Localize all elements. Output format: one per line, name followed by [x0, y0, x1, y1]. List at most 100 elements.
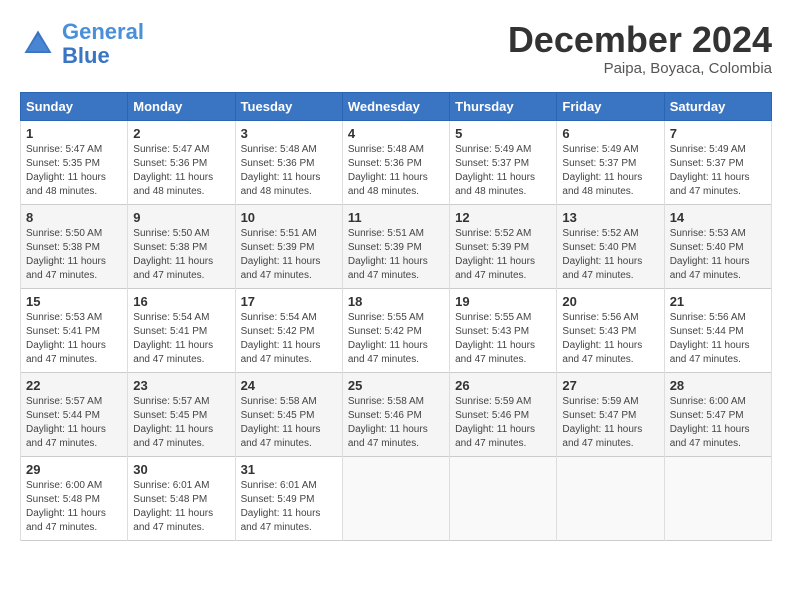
day-info: Sunrise: 5:58 AMSunset: 5:46 PMDaylight:…: [348, 395, 444, 451]
day-info: Sunrise: 5:47 AMSunset: 5:35 PMDaylight:…: [26, 143, 122, 199]
calendar-cell: 16 Sunrise: 5:54 AMSunset: 5:41 PMDayligh…: [128, 288, 235, 372]
title-area: December 2024 Paipa, Boyaca, Colombia: [508, 20, 772, 77]
calendar-cell: 26Sunrise: 5:59 AMSunset: 5:46 PMDayligh…: [450, 372, 557, 456]
day-number: 30: [133, 462, 229, 477]
day-number: 12: [455, 210, 551, 225]
calendar-body: 1 Sunrise: 5:47 AMSunset: 5:35 PMDaylight…: [21, 120, 772, 540]
day-number: 19: [455, 294, 551, 309]
day-info: Sunrise: 5:59 AMSunset: 5:47 PMDaylight:…: [562, 395, 658, 451]
day-number: 2: [133, 126, 229, 141]
day-info: Sunrise: 5:56 AMSunset: 5:43 PMDaylight:…: [562, 311, 658, 367]
day-number: 24: [241, 378, 337, 393]
day-number: 15: [26, 294, 122, 309]
calendar-cell: 24 Sunrise: 5:58 AMSunset: 5:45 PMDayligh…: [235, 372, 342, 456]
day-number: 21: [670, 294, 766, 309]
day-info: Sunrise: 5:53 AMSunset: 5:41 PMDaylight:…: [26, 311, 122, 367]
day-info: Sunrise: 5:55 AMSunset: 5:42 PMDaylight:…: [348, 311, 444, 367]
day-number: 29: [26, 462, 122, 477]
calendar-cell: [342, 456, 449, 540]
calendar-cell: 30 Sunrise: 6:01 AMSunset: 5:48 PMDayligh…: [128, 456, 235, 540]
calendar-table: SundayMondayTuesdayWednesdayThursdayFrid…: [20, 92, 772, 541]
logo-icon: [20, 26, 56, 62]
day-number: 11: [348, 210, 444, 225]
day-number: 10: [241, 210, 337, 225]
calendar-cell: 18 Sunrise: 5:55 AMSunset: 5:42 PMDayligh…: [342, 288, 449, 372]
calendar-cell: [450, 456, 557, 540]
calendar-cell: 17 Sunrise: 5:54 AMSunset: 5:42 PMDayligh…: [235, 288, 342, 372]
calendar-cell: 21Sunrise: 5:56 AMSunset: 5:44 PMDayligh…: [664, 288, 771, 372]
day-number: 23: [133, 378, 229, 393]
day-header-tuesday: Tuesday: [235, 92, 342, 120]
day-number: 25: [348, 378, 444, 393]
calendar-cell: 4 Sunrise: 5:48 AMSunset: 5:36 PMDaylight…: [342, 120, 449, 204]
calendar-cell: 25 Sunrise: 5:58 AMSunset: 5:46 PMDayligh…: [342, 372, 449, 456]
calendar-cell: 6Sunrise: 5:49 AMSunset: 5:37 PMDaylight…: [557, 120, 664, 204]
day-info: Sunrise: 5:49 AMSunset: 5:37 PMDaylight:…: [455, 143, 551, 199]
day-info: Sunrise: 6:01 AMSunset: 5:48 PMDaylight:…: [133, 479, 229, 535]
day-header-saturday: Saturday: [664, 92, 771, 120]
day-number: 16: [133, 294, 229, 309]
calendar-cell: 14 Sunrise: 5:53 AMSunset: 5:40 PMDayligh…: [664, 204, 771, 288]
logo: General Blue: [20, 20, 144, 68]
week-row-1: 1 Sunrise: 5:47 AMSunset: 5:35 PMDaylight…: [21, 120, 772, 204]
day-number: 22: [26, 378, 122, 393]
calendar-cell: 22Sunrise: 5:57 AMSunset: 5:44 PMDayligh…: [21, 372, 128, 456]
calendar-cell: 7 Sunrise: 5:49 AMSunset: 5:37 PMDaylight…: [664, 120, 771, 204]
subtitle: Paipa, Boyaca, Colombia: [508, 60, 772, 77]
day-header-friday: Friday: [557, 92, 664, 120]
calendar-cell: [557, 456, 664, 540]
day-number: 20: [562, 294, 658, 309]
day-info: Sunrise: 5:54 AMSunset: 5:41 PMDaylight:…: [133, 311, 229, 367]
day-info: Sunrise: 5:51 AMSunset: 5:39 PMDaylight:…: [348, 227, 444, 283]
calendar-cell: 23 Sunrise: 5:57 AMSunset: 5:45 PMDayligh…: [128, 372, 235, 456]
day-info: Sunrise: 5:49 AMSunset: 5:37 PMDaylight:…: [670, 143, 766, 199]
day-number: 1: [26, 126, 122, 141]
day-number: 18: [348, 294, 444, 309]
day-info: Sunrise: 5:47 AMSunset: 5:36 PMDaylight:…: [133, 143, 229, 199]
day-number: 7: [670, 126, 766, 141]
calendar-cell: 15 Sunrise: 5:53 AMSunset: 5:41 PMDayligh…: [21, 288, 128, 372]
day-info: Sunrise: 5:48 AMSunset: 5:36 PMDaylight:…: [241, 143, 337, 199]
header: General Blue December 2024 Paipa, Boyaca…: [20, 20, 772, 77]
calendar-cell: 31Sunrise: 6:01 AMSunset: 5:49 PMDayligh…: [235, 456, 342, 540]
calendar-header-row: SundayMondayTuesdayWednesdayThursdayFrid…: [21, 92, 772, 120]
calendar-cell: 19Sunrise: 5:55 AMSunset: 5:43 PMDayligh…: [450, 288, 557, 372]
day-info: Sunrise: 6:00 AMSunset: 5:47 PMDaylight:…: [670, 395, 766, 451]
calendar-cell: 13Sunrise: 5:52 AMSunset: 5:40 PMDayligh…: [557, 204, 664, 288]
week-row-3: 15 Sunrise: 5:53 AMSunset: 5:41 PMDayligh…: [21, 288, 772, 372]
week-row-2: 8 Sunrise: 5:50 AMSunset: 5:38 PMDaylight…: [21, 204, 772, 288]
day-info: Sunrise: 5:48 AMSunset: 5:36 PMDaylight:…: [348, 143, 444, 199]
calendar-cell: 20 Sunrise: 5:56 AMSunset: 5:43 PMDayligh…: [557, 288, 664, 372]
day-info: Sunrise: 6:01 AMSunset: 5:49 PMDaylight:…: [241, 479, 337, 535]
day-number: 9: [133, 210, 229, 225]
calendar-cell: 8 Sunrise: 5:50 AMSunset: 5:38 PMDaylight…: [21, 204, 128, 288]
week-row-4: 22Sunrise: 5:57 AMSunset: 5:44 PMDayligh…: [21, 372, 772, 456]
month-title: December 2024: [508, 20, 772, 60]
logo-text: General Blue: [62, 20, 144, 68]
day-header-sunday: Sunday: [21, 92, 128, 120]
day-info: Sunrise: 5:57 AMSunset: 5:45 PMDaylight:…: [133, 395, 229, 451]
day-number: 3: [241, 126, 337, 141]
day-number: 14: [670, 210, 766, 225]
day-header-thursday: Thursday: [450, 92, 557, 120]
day-info: Sunrise: 5:53 AMSunset: 5:40 PMDaylight:…: [670, 227, 766, 283]
day-number: 13: [562, 210, 658, 225]
day-info: Sunrise: 6:00 AMSunset: 5:48 PMDaylight:…: [26, 479, 122, 535]
day-info: Sunrise: 5:58 AMSunset: 5:45 PMDaylight:…: [241, 395, 337, 451]
day-number: 4: [348, 126, 444, 141]
day-number: 26: [455, 378, 551, 393]
day-info: Sunrise: 5:52 AMSunset: 5:39 PMDaylight:…: [455, 227, 551, 283]
day-number: 5: [455, 126, 551, 141]
day-info: Sunrise: 5:50 AMSunset: 5:38 PMDaylight:…: [133, 227, 229, 283]
day-number: 17: [241, 294, 337, 309]
day-info: Sunrise: 5:51 AMSunset: 5:39 PMDaylight:…: [241, 227, 337, 283]
day-header-monday: Monday: [128, 92, 235, 120]
day-info: Sunrise: 5:54 AMSunset: 5:42 PMDaylight:…: [241, 311, 337, 367]
day-number: 28: [670, 378, 766, 393]
day-info: Sunrise: 5:49 AMSunset: 5:37 PMDaylight:…: [562, 143, 658, 199]
day-info: Sunrise: 5:50 AMSunset: 5:38 PMDaylight:…: [26, 227, 122, 283]
day-number: 8: [26, 210, 122, 225]
calendar-cell: 10 Sunrise: 5:51 AMSunset: 5:39 PMDayligh…: [235, 204, 342, 288]
calendar-cell: 9 Sunrise: 5:50 AMSunset: 5:38 PMDaylight…: [128, 204, 235, 288]
calendar-cell: 5 Sunrise: 5:49 AMSunset: 5:37 PMDaylight…: [450, 120, 557, 204]
